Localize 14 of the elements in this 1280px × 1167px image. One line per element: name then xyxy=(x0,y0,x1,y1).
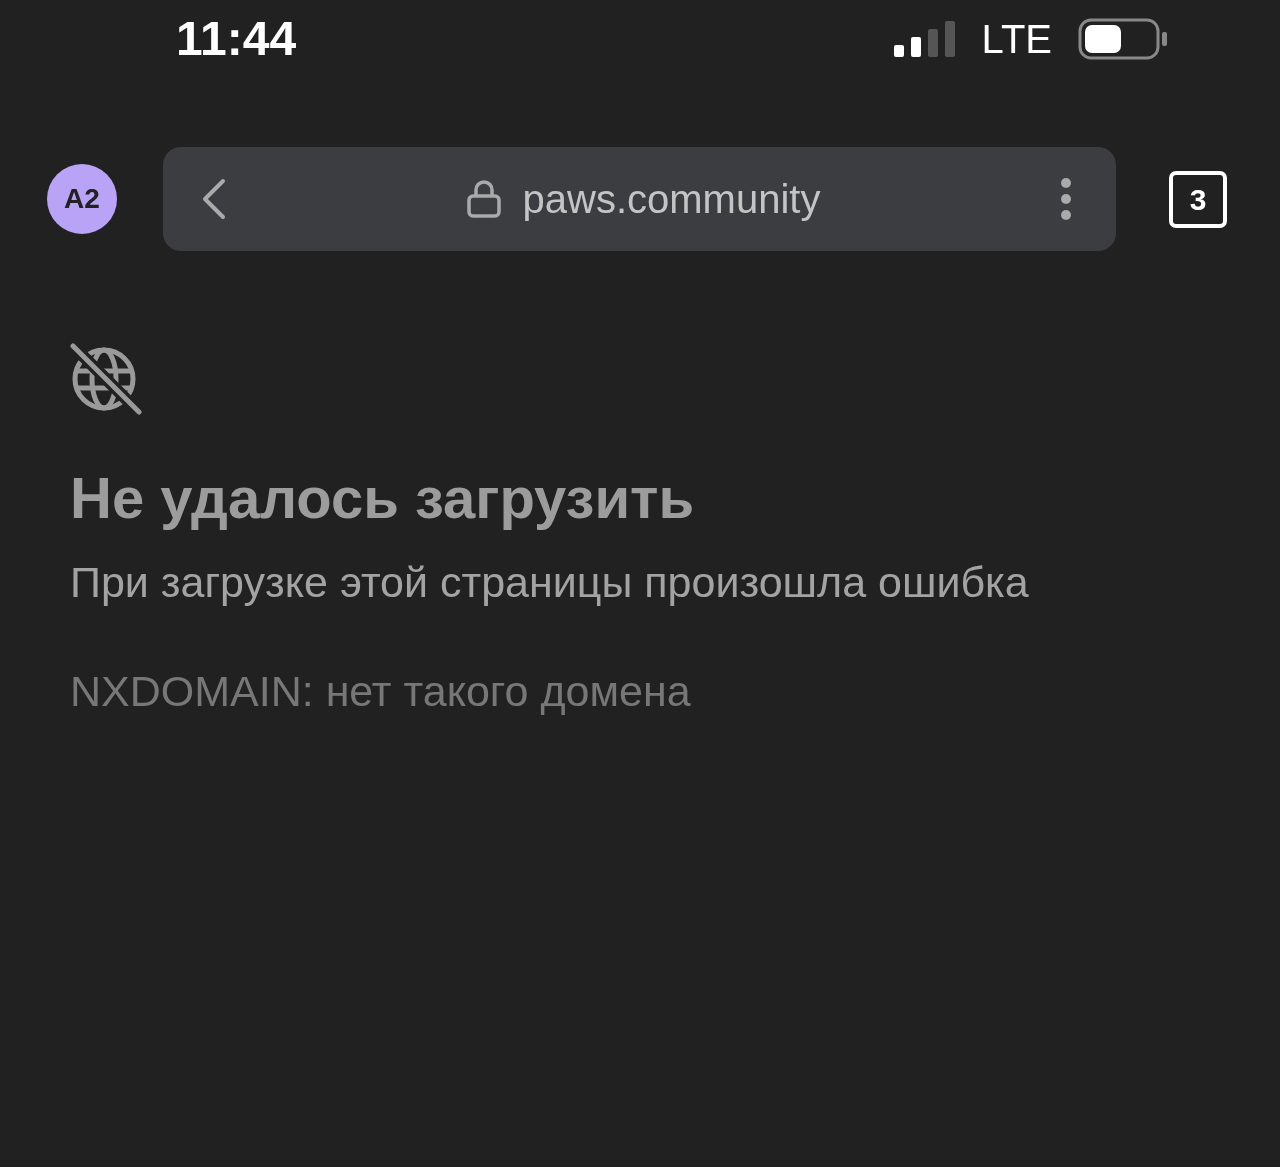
network-label: LTE xyxy=(981,19,1052,59)
signal-icon xyxy=(893,19,958,59)
profile-avatar[interactable]: A2 xyxy=(47,164,117,234)
status-time: 11:44 xyxy=(176,15,297,63)
error-code: NXDOMAIN: нет такого домена xyxy=(70,670,692,713)
url-text: paws.community xyxy=(522,179,821,219)
address-bar[interactable]: paws.community xyxy=(163,147,1116,251)
lock-icon xyxy=(466,180,501,218)
menu-icon[interactable] xyxy=(1060,177,1072,221)
back-icon[interactable] xyxy=(201,178,227,220)
error-message: При загрузке этой страницы произошла ошибка xyxy=(70,561,1030,604)
tab-count-button[interactable]: 3 xyxy=(1169,170,1227,228)
globe-off-icon xyxy=(70,343,142,415)
battery-icon xyxy=(1078,18,1170,60)
